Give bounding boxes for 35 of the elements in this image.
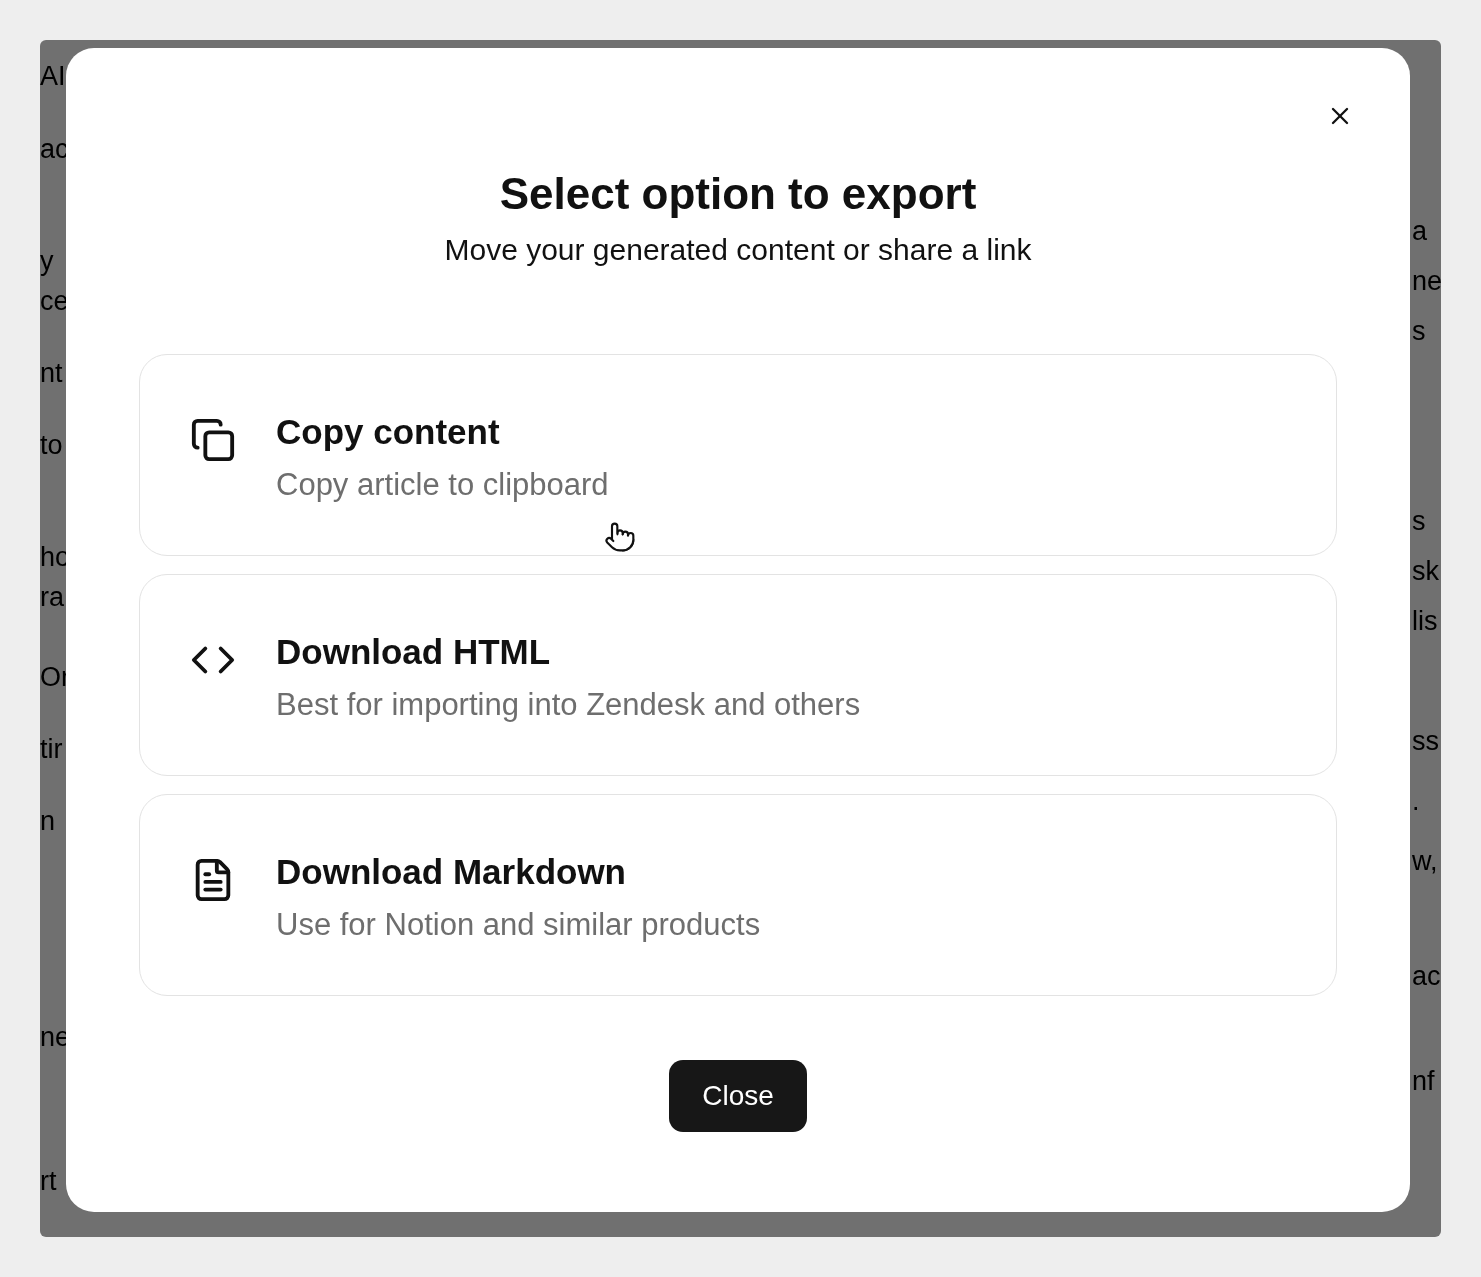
option-title: Copy content bbox=[276, 411, 501, 453]
background-text: nt bbox=[40, 357, 63, 389]
option-title: Download Markdown bbox=[276, 851, 627, 893]
export-option[interactable]: Download HTML Best for importing into Zendesk and others bbox=[139, 574, 1337, 776]
export-option[interactable]: Copy content Copy article to clipboard bbox=[139, 354, 1337, 556]
option-description: Best for importing into Zendesk and others bbox=[276, 686, 861, 724]
background-text: sk bbox=[1412, 555, 1439, 587]
copy-icon bbox=[190, 417, 236, 463]
option-description: Copy article to clipboard bbox=[276, 466, 609, 504]
background-text: lis bbox=[1412, 605, 1438, 637]
background-text: ne bbox=[1412, 265, 1441, 297]
dialog-subtitle: Move your generated content or share a link bbox=[444, 232, 1032, 268]
background-text: to bbox=[40, 429, 63, 461]
background-text: AI bbox=[40, 60, 66, 92]
background-text: n bbox=[40, 805, 56, 837]
dialog-title: Select option to export bbox=[499, 168, 977, 220]
export-option[interactable]: Download Markdown Use for Notion and similar products bbox=[139, 794, 1337, 996]
background-text: nf bbox=[1412, 1065, 1435, 1097]
background-text: ac bbox=[40, 133, 69, 165]
background-text: ce bbox=[40, 285, 69, 317]
option-description: Use for Notion and similar products bbox=[276, 906, 761, 944]
background-text: tir bbox=[40, 733, 63, 765]
background-text: rt bbox=[40, 1165, 57, 1197]
background-text: Or bbox=[40, 661, 70, 693]
option-title: Download HTML bbox=[276, 631, 552, 673]
background-text: s bbox=[1412, 505, 1426, 537]
background-text: . bbox=[1412, 785, 1420, 817]
close-button[interactable]: Close bbox=[669, 1060, 807, 1132]
background-text: s bbox=[1412, 315, 1426, 347]
background-text: y bbox=[40, 245, 54, 277]
background-text: ac bbox=[1412, 960, 1441, 992]
background-text: ra bbox=[40, 581, 64, 613]
background-text: a bbox=[1412, 215, 1428, 247]
background-text: ss bbox=[1412, 725, 1439, 757]
background-text: w, bbox=[1412, 845, 1438, 877]
